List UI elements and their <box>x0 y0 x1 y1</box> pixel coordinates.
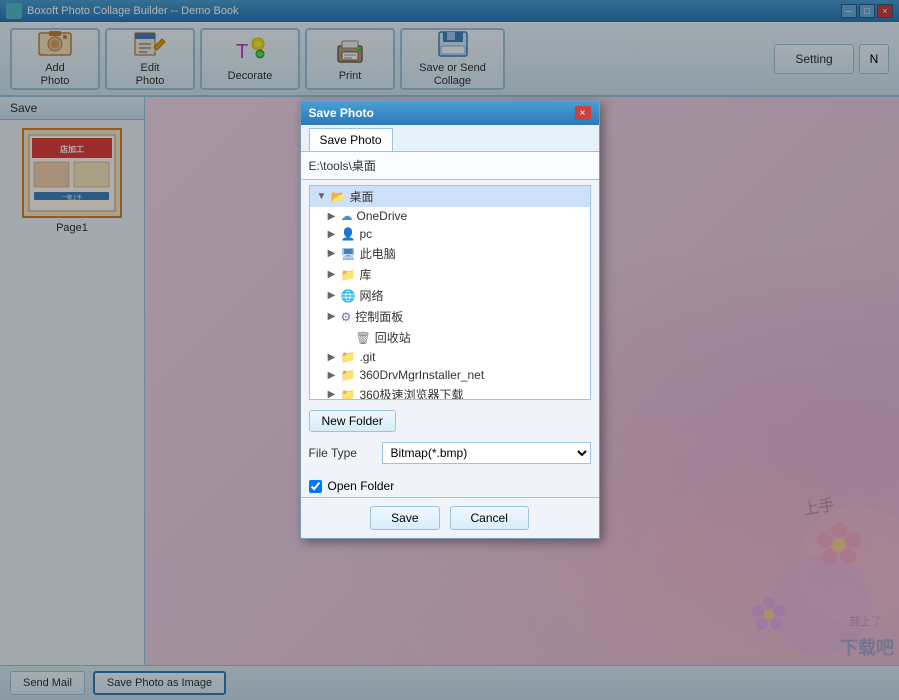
open-folder-row: Open Folder <box>301 475 599 497</box>
tree-label-pc: pc <box>359 227 372 241</box>
folder-recycle-icon: 🗑 <box>356 331 371 345</box>
dialog-path: E:\tools\桌面 <box>301 152 599 180</box>
folder-control-icon: ⚙ <box>341 310 352 324</box>
dialog-new-folder-row: New Folder <box>301 405 599 437</box>
expand-icon: ▶ <box>325 368 339 382</box>
tree-item-library[interactable]: ▶ 📁 库 <box>310 264 590 285</box>
folder-open-icon: 📂 <box>331 190 346 204</box>
expand-icon: ▶ <box>325 388 339 401</box>
tree-item-pc[interactable]: ▶ 👤 pc <box>310 225 590 243</box>
tree-label-desktop: 桌面 <box>349 188 373 205</box>
modal-overlay: Save Photo × Save Photo E:\tools\桌面 ▼ 📂 … <box>0 0 899 700</box>
tree-item-this-pc[interactable]: ▶ 🖥 此电脑 <box>310 243 590 264</box>
save-photo-dialog: Save Photo × Save Photo E:\tools\桌面 ▼ 📂 … <box>300 100 600 539</box>
file-type-select[interactable]: Bitmap(*.bmp) JPEG(*.jpg) PNG(*.png) GIF… <box>382 442 591 464</box>
folder-git-icon: 📁 <box>341 350 356 364</box>
tree-label-360drv: 360DrvMgrInstaller_net <box>359 368 484 382</box>
tree-label-control-panel: 控制面板 <box>355 308 403 325</box>
dialog-tab-bar: Save Photo <box>301 125 599 152</box>
tree-item-desktop[interactable]: ▼ 📂 桌面 <box>310 186 590 207</box>
dialog-title: Save Photo <box>309 106 575 120</box>
tree-item-360browser[interactable]: ▶ 📁 360极速浏览器下载 <box>310 384 590 400</box>
dialog-close-button[interactable]: × <box>575 106 591 120</box>
dialog-file-tree[interactable]: ▼ 📂 桌面 ▶ ☁ OneDrive ▶ 👤 pc ▶ 🖥 此电脑 <box>309 185 591 400</box>
folder-user-icon: 👤 <box>341 227 356 241</box>
expand-icon: ▶ <box>325 289 339 303</box>
tree-item-recycle[interactable]: 🗑 回收站 <box>310 327 590 348</box>
tree-label-network: 网络 <box>359 287 383 304</box>
tree-label-onedrive: OneDrive <box>357 209 408 223</box>
tree-item-360drv[interactable]: ▶ 📁 360DrvMgrInstaller_net <box>310 366 590 384</box>
tree-label-recycle: 回收站 <box>375 329 411 346</box>
folder-network-icon: 🌐 <box>341 289 356 303</box>
tree-item-network[interactable]: ▶ 🌐 网络 <box>310 285 590 306</box>
dialog-form: File Type Bitmap(*.bmp) JPEG(*.jpg) PNG(… <box>301 437 599 475</box>
dialog-titlebar: Save Photo × <box>301 101 599 125</box>
expand-icon: ▼ <box>315 190 329 204</box>
file-type-row: File Type Bitmap(*.bmp) JPEG(*.jpg) PNG(… <box>309 442 591 464</box>
folder-computer-icon: 🖥 <box>341 247 356 261</box>
folder-cloud-icon: ☁ <box>341 209 353 223</box>
tree-label-library: 库 <box>359 266 371 283</box>
expand-icon: ▶ <box>325 350 339 364</box>
dialog-footer: Save Cancel <box>301 497 599 538</box>
folder-360-icon: 📁 <box>341 368 356 382</box>
save-button[interactable]: Save <box>370 506 439 530</box>
tree-label-git: .git <box>359 350 375 364</box>
tree-item-git[interactable]: ▶ 📁 .git <box>310 348 590 366</box>
open-folder-checkbox[interactable] <box>309 480 322 493</box>
expand-icon <box>340 331 354 345</box>
expand-icon: ▶ <box>325 227 339 241</box>
open-folder-label: Open Folder <box>328 479 395 493</box>
tree-label-this-pc: 此电脑 <box>360 245 396 262</box>
expand-icon: ▶ <box>325 268 339 282</box>
folder-360b-icon: 📁 <box>341 388 356 401</box>
tree-item-control-panel[interactable]: ▶ ⚙ 控制面板 <box>310 306 590 327</box>
expand-icon: ▶ <box>325 247 339 261</box>
expand-icon: ▶ <box>325 209 339 223</box>
expand-icon: ▶ <box>325 310 339 324</box>
cancel-button[interactable]: Cancel <box>450 506 529 530</box>
tree-item-onedrive[interactable]: ▶ ☁ OneDrive <box>310 207 590 225</box>
new-folder-button[interactable]: New Folder <box>309 410 396 432</box>
folder-library-icon: 📁 <box>341 268 356 282</box>
tree-label-360browser: 360极速浏览器下载 <box>359 386 463 400</box>
file-type-label: File Type <box>309 446 374 460</box>
dialog-tab-save[interactable]: Save Photo <box>309 128 393 151</box>
